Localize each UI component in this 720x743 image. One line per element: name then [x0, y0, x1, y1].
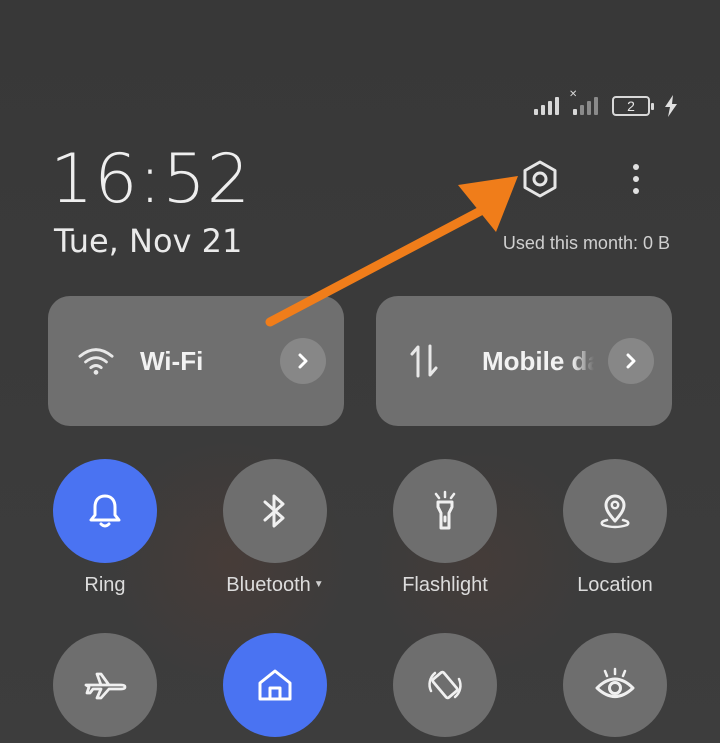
flashlight-label: Flashlight: [402, 574, 488, 596]
wifi-details-button[interactable]: [280, 338, 326, 384]
settings-button[interactable]: [518, 157, 562, 201]
battery-level: 2: [627, 98, 635, 114]
charging-bolt-icon: [665, 95, 677, 117]
ring-label: Ring: [84, 574, 126, 596]
auto-rotate-toggle[interactable]: [393, 633, 497, 737]
airplane-mode-toggle[interactable]: [53, 633, 157, 737]
bluetooth-label-wrap[interactable]: Bluetooth ▼: [190, 574, 360, 597]
location-toggle[interactable]: [563, 459, 667, 563]
home-icon: [258, 669, 292, 701]
ring-toggle[interactable]: [53, 459, 157, 563]
flashlight-icon: [434, 490, 456, 530]
date-text: Tue, Nov 21: [54, 222, 243, 260]
signal-strength-icon: [534, 97, 559, 115]
location-pin-icon: [600, 494, 630, 529]
bluetooth-icon: [263, 494, 285, 528]
bell-icon: [89, 494, 121, 528]
more-dot: [633, 164, 639, 170]
bluetooth-label: Bluetooth: [226, 574, 311, 596]
airplane-icon: [84, 672, 127, 700]
mobile-data-details-button[interactable]: [608, 338, 654, 384]
mobile-data-label: Mobile data: [482, 345, 594, 376]
bluetooth-toggle[interactable]: [223, 459, 327, 563]
flashlight-toggle[interactable]: [393, 459, 497, 563]
auto-rotate-icon: [428, 670, 462, 700]
more-dot: [633, 176, 639, 182]
more-dot: [633, 188, 639, 194]
eye-icon: [595, 667, 635, 698]
signal-no-service-icon: ✕: [569, 89, 598, 115]
home-toggle[interactable]: [223, 633, 327, 737]
gear-icon: [523, 160, 557, 198]
eye-comfort-toggle[interactable]: [563, 633, 667, 737]
wifi-label: Wi-Fi: [140, 345, 204, 376]
status-bar: ✕ 2: [534, 89, 678, 118]
wifi-icon: [78, 343, 114, 379]
chevron-right-icon: [626, 353, 636, 369]
wifi-tile[interactable]: Wi-Fi: [48, 296, 344, 426]
location-label: Location: [577, 574, 653, 596]
chevron-right-icon: [298, 353, 308, 369]
more-options-button[interactable]: [620, 157, 652, 201]
data-usage-text: Used this month: 0 B: [502, 233, 670, 253]
battery-icon: 2: [612, 96, 654, 116]
clock-time: 16:52: [50, 140, 251, 219]
dropdown-caret-icon: ▼: [313, 579, 324, 590]
mobile-data-tile[interactable]: Mobile data: [376, 296, 672, 426]
mobile-data-icon: [406, 343, 442, 379]
